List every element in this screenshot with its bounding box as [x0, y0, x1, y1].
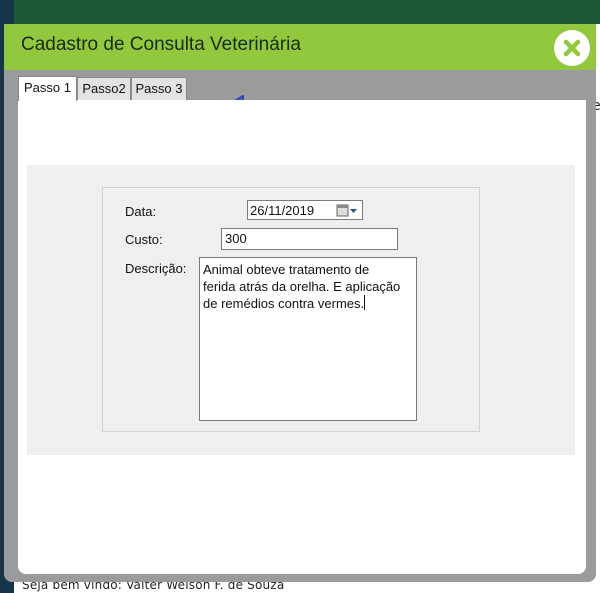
tab-passo-2[interactable]: Passo2: [77, 77, 131, 100]
descricao-text: Animal obteve tratamento de ferida atrás…: [203, 262, 401, 311]
tab-content-panel: Data: 26/11/2019 Custo: 300 Descrição: A…: [18, 100, 586, 574]
descricao-label: Descrição:: [125, 261, 187, 276]
custo-label: Custo:: [125, 232, 163, 247]
modal-header: Cadastro de Consulta Veterinária: [4, 24, 596, 70]
form-box: Data: 26/11/2019 Custo: 300 Descrição: A…: [102, 187, 480, 432]
consulta-modal: Cadastro de Consulta Veterinária Passo 1…: [4, 24, 596, 582]
custo-input[interactable]: 300: [221, 228, 398, 250]
app-top-bar: [0, 0, 600, 24]
form-area: Data: 26/11/2019 Custo: 300 Descrição: A…: [27, 165, 575, 455]
calendar-dropdown-icon[interactable]: [336, 204, 358, 217]
tab-passo-1[interactable]: Passo 1: [18, 76, 77, 101]
text-caret: [364, 295, 366, 310]
modal-title: Cadastro de Consulta Veterinária: [21, 34, 301, 55]
data-label: Data:: [125, 204, 157, 219]
date-value: 26/11/2019: [250, 203, 315, 218]
close-button[interactable]: [554, 30, 590, 66]
date-picker[interactable]: 26/11/2019: [247, 200, 363, 220]
close-x-icon: [563, 39, 581, 57]
tab-passo-3[interactable]: Passo 3: [131, 77, 187, 100]
descricao-textarea[interactable]: Animal obteve tratamento de ferida atrás…: [199, 257, 417, 421]
